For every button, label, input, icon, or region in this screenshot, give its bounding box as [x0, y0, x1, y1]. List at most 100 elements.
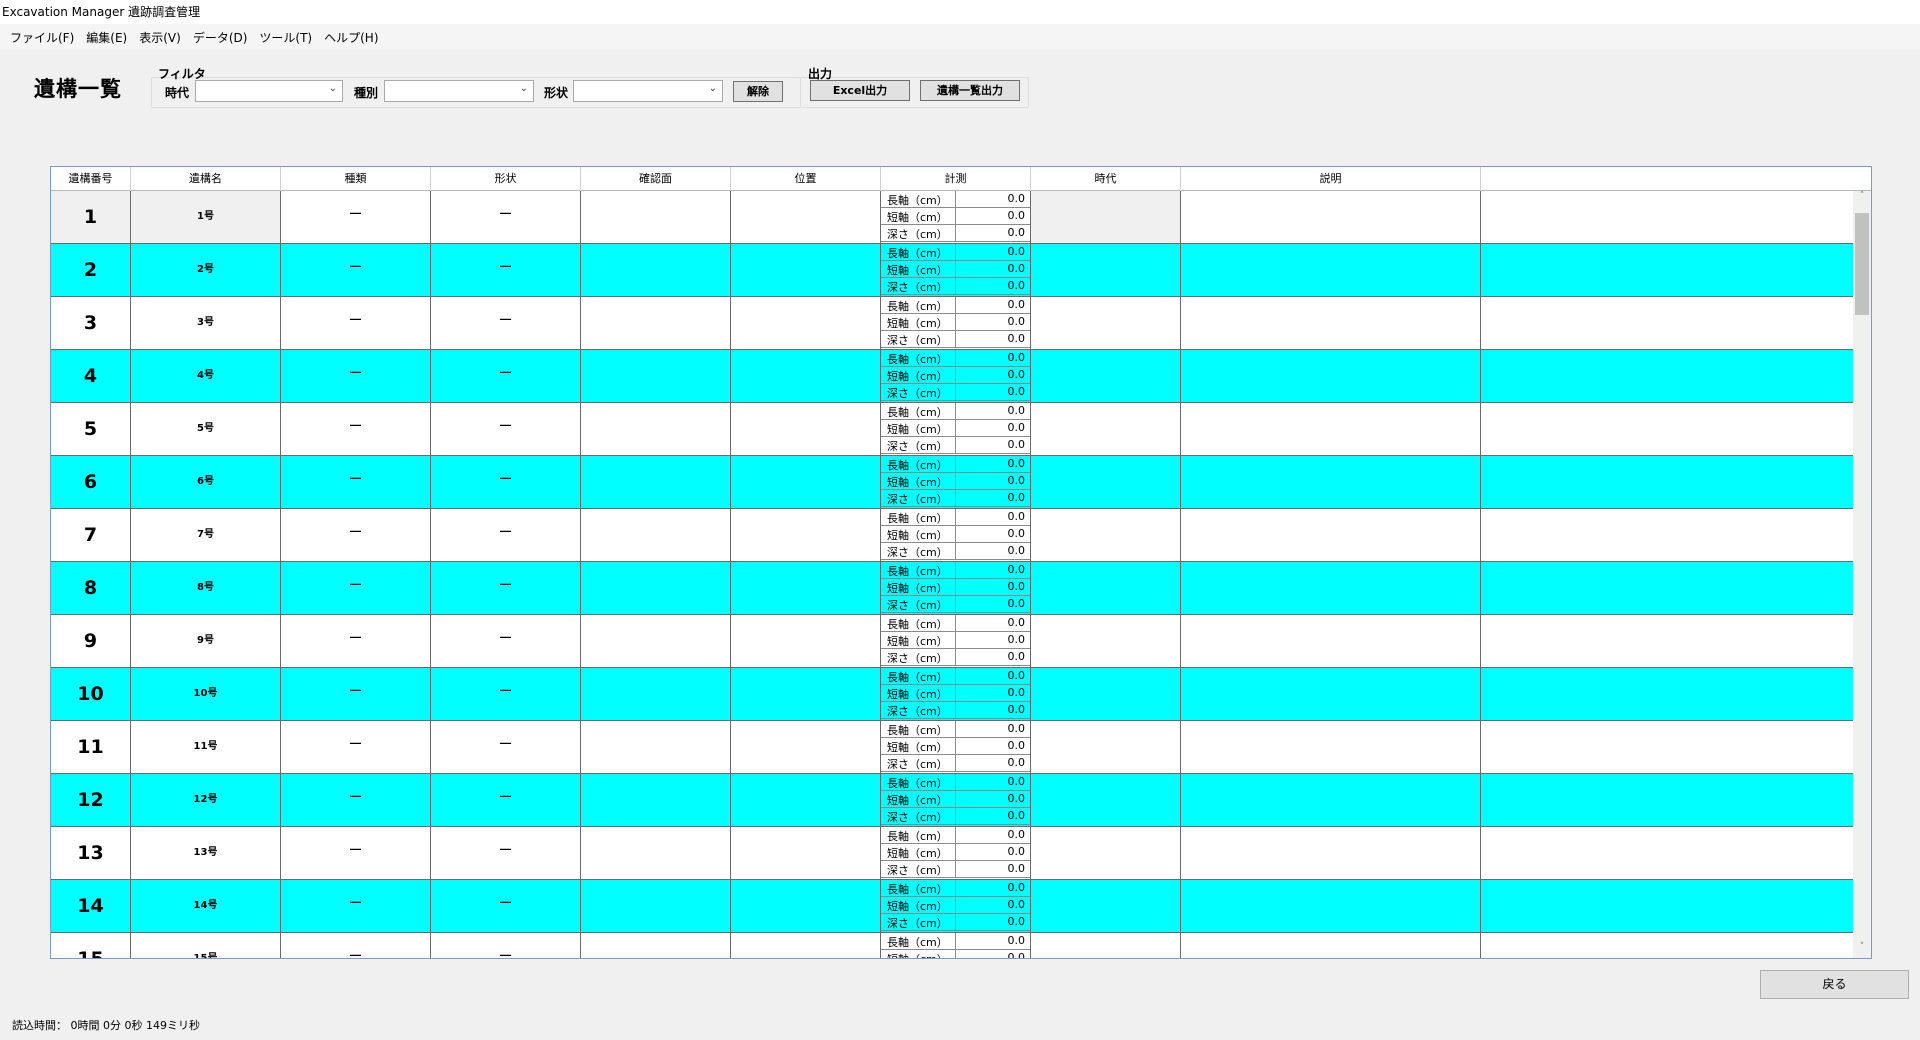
- scrollbar-thumb[interactable]: [1855, 213, 1869, 315]
- measure-value[interactable]: 0.0: [1008, 544, 1026, 557]
- cell-measure[interactable]: 長軸（cm）0.0短軸（cm）0.0深さ（cm）0.0: [881, 191, 1031, 243]
- measure-value[interactable]: 0.0: [1008, 881, 1026, 894]
- cell-description[interactable]: [1181, 403, 1481, 455]
- cell-era[interactable]: [1031, 403, 1181, 455]
- cell-measure[interactable]: 長軸（cm）0.0短軸（cm）0.0深さ（cm）0.0: [881, 880, 1031, 932]
- cell-era[interactable]: [1031, 244, 1181, 296]
- cell-surface[interactable]: [581, 880, 731, 932]
- measure-value[interactable]: 0.0: [1008, 298, 1026, 311]
- cell-feature-no[interactable]: 2: [51, 244, 131, 296]
- cell-measure[interactable]: 長軸（cm）0.0短軸（cm）0.0深さ（cm）0.0: [881, 668, 1031, 720]
- cell-feature-no[interactable]: 6: [51, 456, 131, 508]
- cell-measure[interactable]: 長軸（cm）0.0短軸（cm）0.0深さ（cm）0.0: [881, 933, 1031, 958]
- cell-feature-no[interactable]: 7: [51, 509, 131, 561]
- measure-value[interactable]: 0.0: [1008, 845, 1026, 858]
- cell-era[interactable]: [1031, 350, 1181, 402]
- cell-description[interactable]: [1181, 456, 1481, 508]
- column-header-kind[interactable]: 種類: [281, 167, 431, 191]
- table-row[interactable]: 9 9号ーー長軸（cm） 0.0 短軸（cm） 0.0 深さ（cm） 0.0: [51, 615, 1853, 668]
- cell-description[interactable]: [1181, 350, 1481, 402]
- cell-shape[interactable]: ー: [431, 509, 581, 561]
- column-header-description[interactable]: 説明: [1181, 167, 1481, 191]
- cell-shape[interactable]: ー: [431, 880, 581, 932]
- menu-help[interactable]: ヘルプ(H): [318, 29, 384, 46]
- cell-location[interactable]: [731, 615, 881, 667]
- era-filter-select[interactable]: ⌄: [195, 80, 343, 102]
- cell-feature-no[interactable]: 5: [51, 403, 131, 455]
- cell-surface[interactable]: [581, 774, 731, 826]
- cell-surface[interactable]: [581, 350, 731, 402]
- measure-value[interactable]: 0.0: [1008, 703, 1026, 716]
- cell-location[interactable]: [731, 509, 881, 561]
- cell-surface[interactable]: [581, 456, 731, 508]
- cell-feature-name[interactable]: 12号: [131, 774, 281, 826]
- cell-kind[interactable]: ー: [281, 562, 431, 614]
- cell-location[interactable]: [731, 191, 881, 243]
- column-header-name[interactable]: 遺構名: [131, 167, 281, 191]
- measure-value[interactable]: 0.0: [1008, 491, 1026, 504]
- cell-location[interactable]: [731, 721, 881, 773]
- cell-shape[interactable]: ー: [431, 562, 581, 614]
- cell-shape[interactable]: ー: [431, 403, 581, 455]
- cell-shape[interactable]: ー: [431, 297, 581, 349]
- cell-location[interactable]: [731, 933, 881, 958]
- measure-value[interactable]: 0.0: [1008, 934, 1026, 947]
- cell-era[interactable]: [1031, 933, 1181, 958]
- cell-location[interactable]: [731, 880, 881, 932]
- cell-measure[interactable]: 長軸（cm）0.0短軸（cm）0.0深さ（cm）0.0: [881, 562, 1031, 614]
- cell-era[interactable]: [1031, 880, 1181, 932]
- cell-era[interactable]: [1031, 827, 1181, 879]
- cell-description[interactable]: [1181, 509, 1481, 561]
- measure-value[interactable]: 0.0: [1008, 315, 1026, 328]
- table-row[interactable]: 5 5号ーー長軸（cm） 0.0 短軸（cm） 0.0 深さ（cm） 0.0: [51, 403, 1853, 456]
- cell-location[interactable]: [731, 562, 881, 614]
- measure-value[interactable]: 0.0: [1008, 527, 1026, 540]
- table-row[interactable]: 2 2号ーー長軸（cm） 0.0 短軸（cm） 0.0 深さ（cm） 0.0: [51, 244, 1853, 297]
- cell-shape[interactable]: ー: [431, 933, 581, 958]
- measure-value[interactable]: 0.0: [1008, 616, 1026, 629]
- cell-kind[interactable]: ー: [281, 827, 431, 879]
- cell-feature-no[interactable]: 8: [51, 562, 131, 614]
- menu-tools[interactable]: ツール(T): [253, 29, 318, 46]
- cell-era[interactable]: [1031, 668, 1181, 720]
- measure-value[interactable]: 0.0: [1008, 722, 1026, 735]
- cell-location[interactable]: [731, 827, 881, 879]
- column-header-no[interactable]: 遺構番号: [51, 167, 131, 191]
- cell-surface[interactable]: [581, 297, 731, 349]
- cell-measure[interactable]: 長軸（cm）0.0短軸（cm）0.0深さ（cm）0.0: [881, 350, 1031, 402]
- table-row[interactable]: 6 6号ーー長軸（cm） 0.0 短軸（cm） 0.0 深さ（cm） 0.0: [51, 456, 1853, 509]
- cell-location[interactable]: [731, 350, 881, 402]
- cell-description[interactable]: [1181, 297, 1481, 349]
- cell-feature-name[interactable]: 7号: [131, 509, 281, 561]
- cell-measure[interactable]: 長軸（cm）0.0短軸（cm）0.0深さ（cm）0.0: [881, 244, 1031, 296]
- cell-surface[interactable]: [581, 827, 731, 879]
- cell-era[interactable]: [1031, 191, 1181, 243]
- vertical-scrollbar[interactable]: ˄ ˅: [1853, 191, 1871, 958]
- cell-feature-no[interactable]: 4: [51, 350, 131, 402]
- cell-feature-name[interactable]: 10号: [131, 668, 281, 720]
- measure-value[interactable]: 0.0: [1008, 404, 1026, 417]
- cell-era[interactable]: [1031, 456, 1181, 508]
- cell-era[interactable]: [1031, 615, 1181, 667]
- measure-value[interactable]: 0.0: [1008, 792, 1026, 805]
- cell-location[interactable]: [731, 403, 881, 455]
- cell-feature-no[interactable]: 11: [51, 721, 131, 773]
- cell-feature-no[interactable]: 15: [51, 933, 131, 958]
- cell-measure[interactable]: 長軸（cm）0.0短軸（cm）0.0深さ（cm）0.0: [881, 615, 1031, 667]
- table-row[interactable]: 12 12号ーー長軸（cm） 0.0 短軸（cm） 0.0 深さ（cm） 0.0: [51, 774, 1853, 827]
- cell-feature-name[interactable]: 11号: [131, 721, 281, 773]
- cell-feature-name[interactable]: 1号: [131, 191, 281, 243]
- cell-kind[interactable]: ー: [281, 244, 431, 296]
- measure-value[interactable]: 0.0: [1008, 385, 1026, 398]
- measure-value[interactable]: 0.0: [1008, 474, 1026, 487]
- cell-measure[interactable]: 長軸（cm）0.0短軸（cm）0.0深さ（cm）0.0: [881, 827, 1031, 879]
- measure-value[interactable]: 0.0: [1008, 915, 1026, 928]
- column-header-measure[interactable]: 計測: [881, 167, 1031, 191]
- cell-feature-no[interactable]: 10: [51, 668, 131, 720]
- cell-surface[interactable]: [581, 509, 731, 561]
- table-row[interactable]: 7 7号ーー長軸（cm） 0.0 短軸（cm） 0.0 深さ（cm） 0.0: [51, 509, 1853, 562]
- cell-feature-name[interactable]: 3号: [131, 297, 281, 349]
- measure-value[interactable]: 0.0: [1008, 510, 1026, 523]
- measure-value[interactable]: 0.0: [1008, 192, 1026, 205]
- measure-value[interactable]: 0.0: [1008, 245, 1026, 258]
